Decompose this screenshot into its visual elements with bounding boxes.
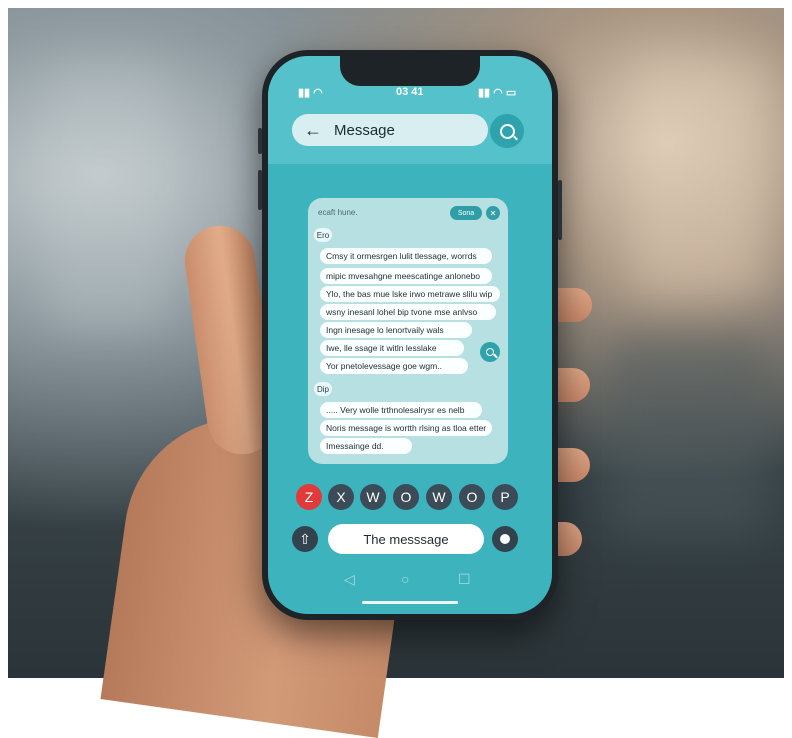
status-time: 03 41 [396,86,424,98]
nav-recent-icon[interactable]: ☐ [458,571,471,588]
shift-icon[interactable]: ⇧ [292,526,318,552]
group-tag: Ero [314,228,332,242]
zoom-button[interactable] [480,342,500,362]
message-input[interactable]: The messsage [328,524,484,554]
message-bubble[interactable]: Yor pnetolevessage goe wgm.. [320,358,468,374]
arrow-left-icon[interactable]: ← [304,121,324,139]
key-p[interactable]: P [492,484,518,510]
message-bubble[interactable]: Ingn inesage lo lenortvaily wals [320,322,472,338]
send-chip[interactable]: Sona [450,206,482,220]
phone-notch [340,56,480,86]
signal-wifi-icon: ▮▮ ◠ [298,87,323,99]
key-w[interactable]: W [426,484,452,510]
message-bubble[interactable]: Ylo, the bas mue lske irwo metrawe slilu… [320,286,500,302]
emoji-icon [500,534,510,544]
nav-back-icon[interactable]: ◁ [344,571,355,588]
background-blur-bottom [608,338,768,538]
key-w[interactable]: W [360,484,386,510]
key-o[interactable]: O [459,484,485,510]
message-bubble[interactable]: Imessainge dd. [320,438,412,454]
system-nav-bar: ◁ ○ ☐ [268,571,552,601]
message-bubble[interactable]: ..... Very wolle trthnolesalrysr es nelb [320,402,482,418]
card-hint: ecaft hune. [318,208,358,217]
search-icon [499,123,515,139]
message-bubble[interactable]: Cmsy it ormesrgen lulit tlessage, worrds [320,248,492,264]
key-z[interactable]: Z [296,484,322,510]
message-bubble[interactable]: wsny inesanl lohel bip tvone mse anlvso [320,304,496,320]
search-bar[interactable]: ← Message [292,114,488,146]
group-tag: Dip [314,382,332,396]
nav-home-icon[interactable]: ○ [401,571,409,587]
background-blur-left [48,68,168,328]
search-button[interactable] [490,114,524,148]
message-card: ecaft hune. Sona ✕ Ero Cmsy it ormesrgen… [308,198,508,464]
close-icon[interactable]: ✕ [486,206,500,220]
keyboard-row: Z X W O W O P [294,484,534,510]
phone-side-button [258,128,262,154]
search-icon [486,348,494,356]
search-label: Message [334,121,395,139]
home-indicator[interactable] [362,601,458,604]
battery-icon: ▮▮ ◠ ▭ [478,87,517,99]
emoji-button[interactable] [492,526,518,552]
phone-screen: ▮▮ ◠ 03 41 ▮▮ ◠ ▭ ← Message ecaft hune. … [268,56,552,614]
message-bubble[interactable]: Iwe, lle ssage it witln lesslake [320,340,464,356]
phone-side-button [558,180,562,240]
background-blur-right [628,58,768,298]
key-x[interactable]: X [328,484,354,510]
message-bubble[interactable]: mipic mvesahgne meescatinge anlonebo [320,268,492,284]
phone-side-button [258,170,262,210]
key-o[interactable]: O [393,484,419,510]
message-bubble[interactable]: Noris message is wortth rlsing as tloa e… [320,420,492,436]
